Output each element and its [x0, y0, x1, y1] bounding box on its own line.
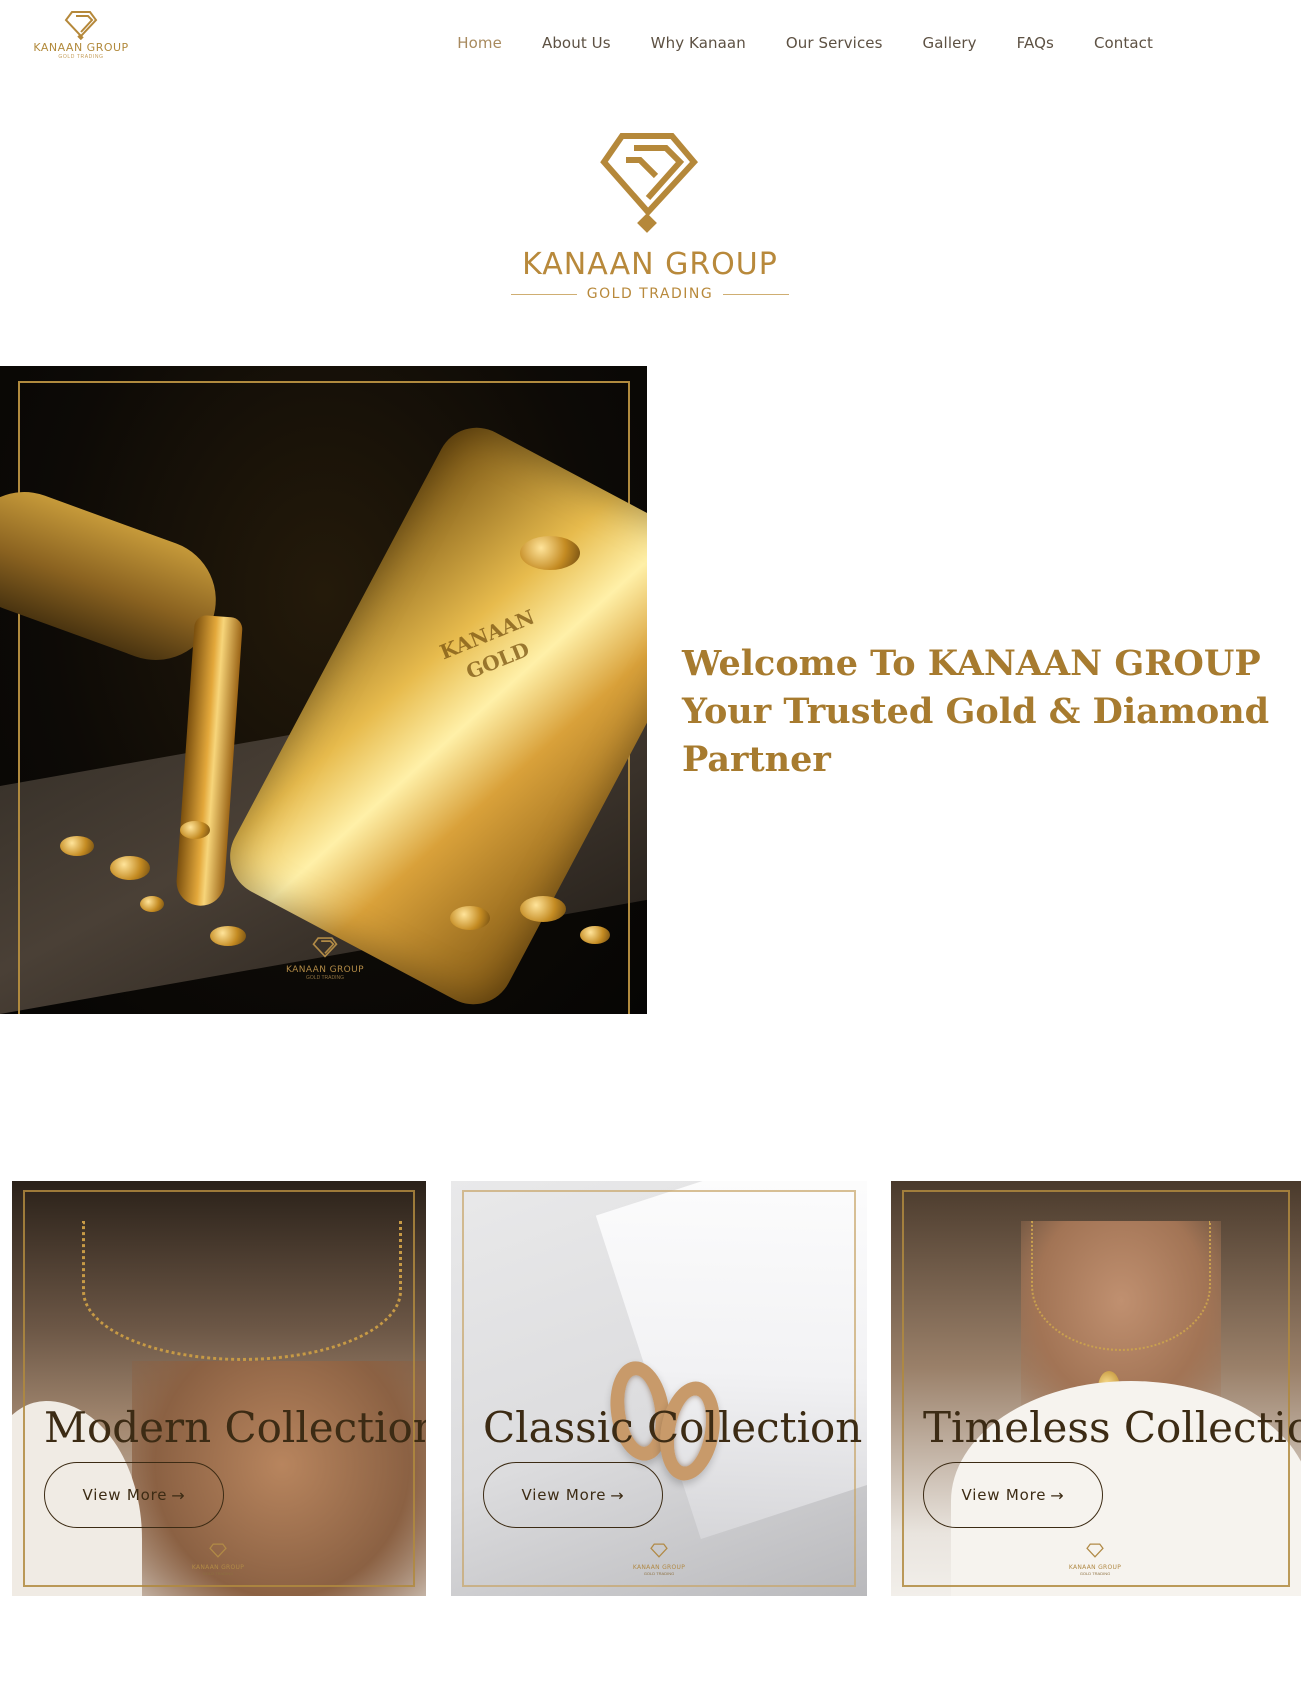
diamond-logo-icon: [312, 937, 338, 958]
gold-nugget: [60, 836, 94, 856]
view-more-label: View More: [82, 1486, 168, 1504]
diamond-logo-icon: [650, 1543, 668, 1558]
diamond-logo-icon: [209, 1543, 227, 1558]
gold-bar-pour-image: KANAAN GOLD KANAAN GROUP GOLD TRADING: [0, 366, 647, 1014]
gold-nugget: [210, 926, 246, 946]
arrow-right-icon: →: [610, 1485, 625, 1505]
watermark-sub: GOLD TRADING: [306, 975, 344, 981]
nav-home[interactable]: Home: [437, 30, 522, 56]
watermark-name: KANAAN GROUP: [286, 965, 364, 975]
watermark-name: KANAAN GROUP: [632, 1564, 686, 1571]
nav-gallery[interactable]: Gallery: [903, 30, 997, 56]
diamond-logo-icon: [64, 11, 98, 40]
collection-card-classic[interactable]: Classic Collection View More → KANAAN GR…: [451, 1181, 867, 1596]
view-more-label: View More: [961, 1486, 1047, 1504]
collection-card-modern[interactable]: Modern Collection View More → KANAAN GRO…: [12, 1181, 426, 1596]
gold-nugget: [110, 856, 150, 880]
nav-faqs[interactable]: FAQs: [997, 30, 1074, 56]
watermark-name: KANAAN GROUP: [1068, 1564, 1122, 1571]
image-watermark: KANAAN GROUP GOLD TRADING: [178, 1543, 258, 1576]
hero-logo: KANAAN GROUP GOLD TRADING: [450, 130, 850, 320]
nav-why-kanaan[interactable]: Why Kanaan: [631, 30, 766, 56]
header-logo-name: KANAAN GROUP: [33, 41, 129, 54]
header-logo[interactable]: KANAAN GROUP GOLD TRADING: [26, 10, 136, 74]
nav-about-us[interactable]: About Us: [522, 30, 631, 56]
header-logo-tagline: GOLD TRADING: [58, 54, 104, 60]
arrow-right-icon: →: [1050, 1485, 1065, 1505]
collection-title: Modern Collection: [44, 1403, 426, 1452]
site-header: KANAAN GROUP GOLD TRADING Home About Us …: [0, 0, 1301, 90]
divider-line: [510, 293, 577, 295]
main-nav: Home About Us Why Kanaan Our Services Ga…: [437, 30, 1173, 56]
collections-section: Modern Collection View More → KANAAN GRO…: [0, 1181, 1301, 1596]
collection-title: Timeless Collection: [923, 1403, 1301, 1452]
divider-line: [723, 293, 790, 295]
collection-card-timeless[interactable]: Timeless Collection View More → KANAAN G…: [891, 1181, 1301, 1596]
image-watermark: KANAAN GROUP GOLD TRADING: [270, 936, 380, 981]
diamond-logo-icon: [600, 133, 699, 233]
nav-our-services[interactable]: Our Services: [766, 30, 903, 56]
view-more-button[interactable]: View More →: [923, 1462, 1103, 1528]
gold-nugget: [180, 821, 210, 839]
gold-nugget: [520, 536, 580, 570]
collection-title: Classic Collection: [483, 1403, 863, 1452]
nav-contact[interactable]: Contact: [1074, 30, 1173, 56]
gold-nugget: [520, 896, 566, 922]
hero-logo-tagline-row: GOLD TRADING: [450, 286, 850, 302]
hero-logo-tagline: GOLD TRADING: [586, 286, 714, 302]
gold-nugget: [140, 896, 164, 912]
view-more-button[interactable]: View More →: [483, 1462, 663, 1528]
diamond-logo-icon: [1086, 1543, 1104, 1558]
arrow-right-icon: →: [171, 1485, 186, 1505]
watermark-sub: GOLD TRADING: [1079, 1571, 1111, 1576]
welcome-heading: Welcome To KANAAN GROUP Your Trusted Gol…: [682, 643, 1270, 780]
image-watermark: KANAAN GROUP GOLD TRADING: [1055, 1543, 1135, 1576]
image-watermark: KANAAN GROUP GOLD TRADING: [619, 1543, 699, 1576]
watermark-sub: GOLD TRADING: [202, 1571, 234, 1576]
view-more-label: View More: [521, 1486, 607, 1504]
view-more-button[interactable]: View More →: [44, 1462, 224, 1528]
gold-nugget: [450, 906, 490, 930]
watermark-name: KANAAN GROUP: [191, 1564, 245, 1571]
watermark-sub: GOLD TRADING: [643, 1571, 675, 1576]
gold-nugget: [580, 926, 610, 944]
hero-logo-name: KANAAN GROUP: [522, 247, 778, 282]
